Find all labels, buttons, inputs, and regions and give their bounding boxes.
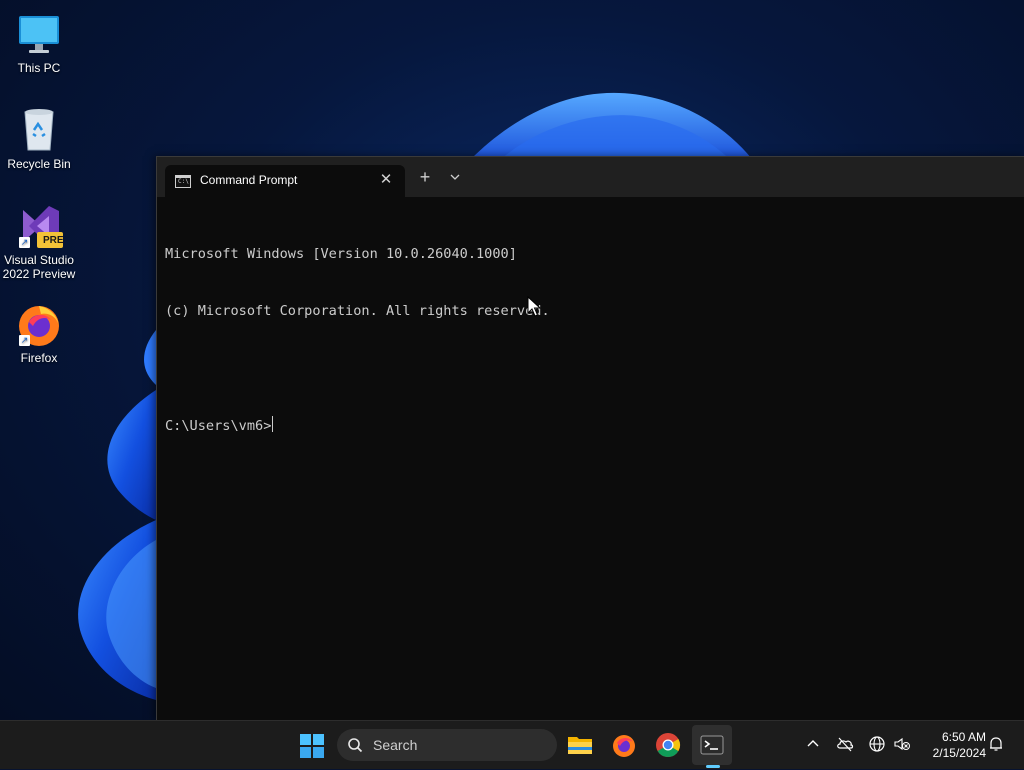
tab-title: Command Prompt (200, 173, 298, 187)
console-prompt-line: C:\Users\vm6> (165, 416, 1017, 435)
mouse-pointer-icon (527, 296, 541, 317)
console-output[interactable]: Microsoft Windows [Version 10.0.26040.10… (165, 207, 1017, 713)
recycle-bin-icon (15, 106, 63, 154)
file-explorer-icon (568, 737, 592, 754)
text-caret (272, 416, 274, 432)
taskbar-search-box[interactable]: Search (337, 729, 557, 761)
terminal-taskbar-button[interactable] (692, 725, 732, 765)
cmd-icon-text: C:\ (178, 178, 189, 185)
desktop-icon-firefox[interactable]: ↗ Firefox (0, 300, 78, 365)
desktop-icon-label: Visual Studio 2022 Preview (2, 253, 76, 281)
window-titlebar[interactable]: C:\ Command Prompt ✕ + (157, 157, 1024, 197)
file-explorer-button[interactable] (560, 725, 600, 765)
desktop-background: This PC Recycle Bin PRE ↗ Visual Studio … (0, 0, 1024, 720)
shortcut-arrow-icon: ↗ (19, 237, 30, 248)
volume-muted-icon[interactable] (893, 735, 911, 753)
onedrive-offline-icon[interactable] (836, 735, 854, 753)
console-line: Microsoft Windows [Version 10.0.26040.10… (165, 246, 517, 262)
network-icon[interactable] (868, 735, 886, 753)
clock-date: 2/15/2024 (932, 746, 986, 760)
close-tab-button[interactable]: ✕ (377, 170, 395, 190)
start-icon (300, 734, 324, 758)
chrome-taskbar-button[interactable] (648, 725, 688, 765)
chrome-icon (656, 733, 681, 758)
preview-badge: PRE (43, 235, 64, 246)
clock-time: 6:50 AM (941, 730, 986, 744)
system-clock[interactable]: 6:50 AM 2/15/2024 (918, 729, 986, 761)
shortcut-arrow-icon: ↗ (19, 335, 30, 346)
search-placeholder: Search (373, 737, 418, 753)
start-button[interactable] (292, 725, 332, 765)
command-prompt-window[interactable]: C:\ Command Prompt ✕ + Microsoft Windows… (156, 156, 1024, 720)
search-icon (348, 738, 363, 753)
chevron-down-icon[interactable] (447, 169, 463, 185)
desktop-icon-recycle-bin[interactable]: Recycle Bin (0, 106, 78, 171)
notification-bell-icon[interactable] (987, 735, 1005, 753)
desktop-icon-visual-studio[interactable]: PRE ↗ Visual Studio 2022 Preview (0, 202, 78, 281)
visual-studio-icon: PRE ↗ (15, 202, 64, 250)
chevron-up-icon[interactable] (804, 735, 822, 753)
firefox-icon: ↗ (15, 300, 63, 348)
tab-command-prompt[interactable]: C:\ Command Prompt ✕ (165, 165, 405, 197)
cmd-icon: C:\ (175, 175, 191, 188)
firefox-icon (613, 735, 635, 757)
desktop-icon-label: Firefox (20, 351, 58, 365)
console-line: (c) Microsoft Corporation. All rights re… (165, 303, 550, 319)
computer-icon (15, 10, 63, 58)
firefox-taskbar-button[interactable] (604, 725, 644, 765)
desktop-icon-this-pc[interactable]: This PC (0, 10, 78, 75)
desktop-icon-label: Recycle Bin (7, 157, 71, 171)
console-prompt: C:\Users\vm6> (165, 418, 272, 434)
taskbar: Search 6:50 AM 2/15/2024 (0, 720, 1024, 769)
new-tab-button[interactable]: + (415, 166, 435, 188)
desktop-icon-label: This PC (17, 61, 61, 75)
terminal-icon (700, 735, 724, 755)
